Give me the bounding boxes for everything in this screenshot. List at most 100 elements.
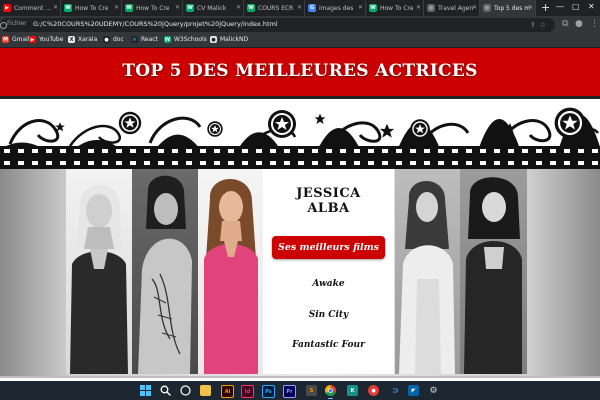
tab-title: How To Cre xyxy=(75,4,109,12)
actress-photo-active[interactable] xyxy=(198,169,263,374)
window-close-icon[interactable]: ✕ xyxy=(588,2,595,11)
actress-name: JESSICA ALBA xyxy=(263,186,394,216)
browser-tab[interactable]: ◎ Travel Agen ✕ xyxy=(424,0,480,16)
browser-tab-active[interactable]: ◎ Top 5 des m ✕ xyxy=(480,0,536,16)
bookmark-xarala[interactable]: X Xarala xyxy=(68,36,97,43)
tab-title: CV Malick xyxy=(197,4,227,12)
info-icon[interactable] xyxy=(0,22,7,29)
close-icon[interactable]: ✕ xyxy=(175,4,180,11)
films-button[interactable]: Ses meilleurs films xyxy=(272,236,385,259)
close-icon[interactable]: ✕ xyxy=(472,4,477,11)
minimize-icon[interactable]: — xyxy=(556,2,564,11)
close-icon[interactable]: ✕ xyxy=(297,4,302,11)
github-icon: ● xyxy=(210,36,217,43)
globe-icon: ◎ xyxy=(427,4,435,12)
close-icon[interactable]: ✕ xyxy=(528,4,533,11)
bookmark-label: W3Schools xyxy=(174,36,207,43)
bookmark-gmail[interactable]: M Gmail xyxy=(2,36,30,43)
tab-title: COURS ECR xyxy=(258,4,294,12)
close-icon[interactable]: ✕ xyxy=(236,4,241,11)
new-tab-icon[interactable]: + xyxy=(541,1,550,14)
globe-icon: ◎ xyxy=(483,4,491,12)
profile-icon[interactable]: ● xyxy=(575,19,583,29)
xarala-icon: X xyxy=(68,36,75,43)
w3schools-icon: W xyxy=(64,4,72,12)
maximize-icon[interactable]: ▢ xyxy=(572,2,580,11)
tab-bar: ▶ Comment ... ✕ W How To Cre ✕ W How To … xyxy=(0,0,600,16)
search-icon[interactable] xyxy=(160,385,171,396)
share-icon[interactable]: ⇪ xyxy=(530,21,540,29)
gitkraken-icon[interactable]: K xyxy=(347,385,358,396)
extensions-icon[interactable]: ⧉ xyxy=(562,19,568,29)
vscode-icon[interactable]: ⊃ xyxy=(390,385,401,396)
browser-tab[interactable]: W COURS ECR ✕ xyxy=(244,0,305,16)
address-bar[interactable]: Fichier G:/C%20COURS%20UDEMY/COURS%20jQu… xyxy=(0,18,555,32)
tab-title: Travel Agen xyxy=(438,4,474,12)
browser-tab[interactable]: W How To Cre ✕ xyxy=(122,0,183,16)
settings-icon[interactable]: ⚙ xyxy=(428,385,439,396)
bookmark-label: doc xyxy=(113,36,124,43)
actress-photo[interactable] xyxy=(132,169,198,374)
menu-icon[interactable]: ⋮ xyxy=(590,19,599,29)
address-bar-row: Fichier G:/C%20COURS%20UDEMY/COURS%20jQu… xyxy=(0,16,600,34)
youtube-icon: ▶ xyxy=(29,36,36,43)
browser-tab[interactable]: G images des ✕ xyxy=(305,0,366,16)
close-icon[interactable]: ✕ xyxy=(416,4,421,11)
actress-info-panel: JESSICA ALBA Ses meilleurs films Awake S… xyxy=(263,169,394,374)
browser-tab[interactable]: W How To Cre ✕ xyxy=(61,0,122,16)
chat-icon[interactable]: ● xyxy=(368,385,379,396)
header-banner: TOP 5 DES MEILLEURES ACTRICES xyxy=(0,48,600,96)
portrait-graphic xyxy=(399,181,455,374)
close-icon[interactable]: ✕ xyxy=(358,4,363,11)
page-title: TOP 5 DES MEILLEURES ACTRICES xyxy=(122,61,478,81)
doc-icon: ● xyxy=(103,36,110,43)
bookmark-doc[interactable]: ● doc xyxy=(103,36,124,43)
sublime-icon[interactable]: S xyxy=(306,385,317,396)
vscode-insiders-icon[interactable]: ◤ xyxy=(408,385,419,396)
tab-title: images des xyxy=(319,4,354,12)
tab-title: Comment ... xyxy=(14,4,52,12)
bookmark-label: Gmail xyxy=(12,36,30,43)
w3schools-icon: W xyxy=(247,4,255,12)
premiere-icon[interactable]: Pr xyxy=(283,385,296,398)
portrait-graphic xyxy=(204,179,258,374)
film-item: Fantastic Four xyxy=(292,340,365,350)
taskbar: Ai Id Ps Pr S K ● ⊃ ◤ ⚙ xyxy=(0,381,600,400)
google-icon: G xyxy=(308,4,316,12)
bookmark-label: Xarala xyxy=(78,36,98,43)
actress-photo[interactable] xyxy=(395,169,460,374)
file-explorer-icon[interactable] xyxy=(200,385,211,396)
browser-tab[interactable]: ▶ Comment ... ✕ xyxy=(0,0,61,16)
url-text[interactable]: G:/C%20COURS%20UDEMY/COURS%20jQuery/proj… xyxy=(33,20,278,28)
bookmark-youtube[interactable]: ▶ YouTube xyxy=(29,36,63,43)
actress-photo[interactable] xyxy=(66,169,132,374)
close-icon[interactable]: ✕ xyxy=(53,4,58,11)
actress-first-name: JESSICA xyxy=(296,186,361,201)
film-item: Sin City xyxy=(308,310,349,320)
indesign-icon[interactable]: Id xyxy=(241,385,254,398)
bookmark-label: YouTube xyxy=(39,36,64,43)
bookmark-malicknd[interactable]: ● MalickND xyxy=(210,36,248,43)
page-viewport: TOP 5 DES MEILLEURES ACTRICES JESSICA AL… xyxy=(0,48,600,378)
close-icon[interactable]: ✕ xyxy=(114,4,119,11)
actress-gallery: JESSICA ALBA Ses meilleurs films Awake S… xyxy=(0,169,600,376)
photoshop-icon[interactable]: Ps xyxy=(262,385,275,398)
illustrator-icon[interactable]: Ai xyxy=(221,385,234,398)
bookmark-w3schools[interactable]: W W3Schools xyxy=(164,36,207,43)
bookmark-react[interactable]: ⚛ React xyxy=(131,36,158,43)
gmail-icon: M xyxy=(2,36,9,43)
browser-tab[interactable]: W CV Malick ✕ xyxy=(183,0,244,16)
address-bar-icons: ⇪☆ xyxy=(530,21,550,29)
react-icon: ⚛ xyxy=(131,36,138,43)
chrome-icon[interactable] xyxy=(325,385,336,396)
bookmark-star-icon[interactable]: ☆ xyxy=(540,21,550,29)
browser-tab[interactable]: W How To Cre ✕ xyxy=(366,0,424,16)
portrait-graphic xyxy=(464,177,522,374)
w3schools-icon: W xyxy=(186,4,194,12)
w3schools-icon: W xyxy=(164,36,171,43)
bookmarks-bar: M Gmail ▶ YouTube X Xarala ● doc ⚛ React… xyxy=(0,34,600,48)
actress-photo[interactable] xyxy=(460,169,527,374)
task-view-icon[interactable] xyxy=(180,385,191,396)
tab-title: How To Cre xyxy=(380,4,414,12)
windows-start-icon[interactable] xyxy=(140,385,151,396)
